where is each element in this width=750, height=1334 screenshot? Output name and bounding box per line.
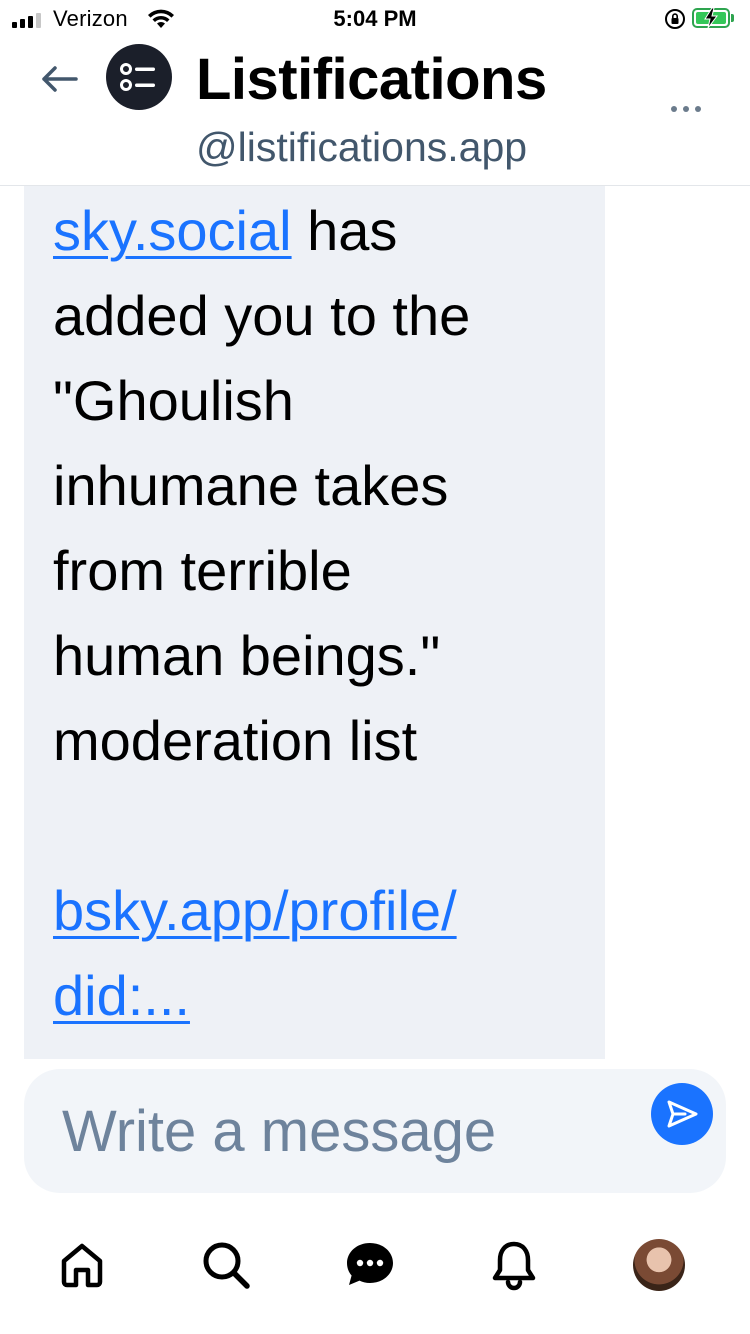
more-options-button[interactable] <box>664 94 708 124</box>
message-line: sky.social has <box>53 199 398 262</box>
arrow-left-icon <box>42 66 78 92</box>
conversation-handle: @listifications.app <box>196 124 528 170</box>
back-button[interactable] <box>34 54 84 104</box>
more-horizontal-icon <box>671 106 677 112</box>
message-line: from terrible <box>53 539 352 602</box>
nav-search[interactable] <box>198 1237 254 1293</box>
message-text: sky.social has added you to the "Ghoulis… <box>53 188 593 1038</box>
bottom-navigation <box>0 1215 750 1315</box>
status-bar: Verizon 5:04 PM <box>0 0 750 40</box>
battery-cap <box>731 14 734 22</box>
message-bubble: sky.social has added you to the "Ghoulis… <box>24 186 605 1059</box>
nav-notifications[interactable] <box>486 1237 542 1293</box>
rotation-lock-icon <box>664 8 686 35</box>
nav-profile-avatar[interactable] <box>633 1239 685 1291</box>
list-link[interactable]: bsky.app/profile/ <box>53 879 457 942</box>
home-icon <box>61 1243 103 1288</box>
message-line: "Ghoulish <box>53 369 294 432</box>
conversation-title[interactable]: Listifications <box>196 46 547 113</box>
message-line: bsky.app/profile/ <box>53 868 593 953</box>
profile-link[interactable]: sky.social <box>53 199 292 262</box>
message-input[interactable] <box>62 1095 622 1167</box>
status-time: 5:04 PM <box>333 6 417 31</box>
message-line: human beings." <box>53 624 441 687</box>
message-composer <box>24 1069 726 1193</box>
conversation-header: Listifications @listifications.app <box>0 40 750 186</box>
list-icon <box>120 63 155 91</box>
message-line: did:... <box>53 953 593 1038</box>
bell-icon <box>492 1241 536 1291</box>
account-avatar[interactable] <box>106 44 172 110</box>
send-button[interactable] <box>651 1083 713 1145</box>
battery-icon <box>692 7 730 29</box>
chat-icon <box>347 1243 393 1285</box>
nav-home[interactable] <box>54 1237 110 1293</box>
send-icon <box>667 1100 698 1128</box>
search-icon <box>203 1242 250 1289</box>
message-line: moderation list <box>53 709 418 772</box>
nav-chat[interactable] <box>342 1237 398 1293</box>
message-line: inhumane takes <box>53 454 449 517</box>
message-line: added you to the <box>53 284 471 347</box>
list-link-continued[interactable]: did:... <box>53 964 190 1027</box>
